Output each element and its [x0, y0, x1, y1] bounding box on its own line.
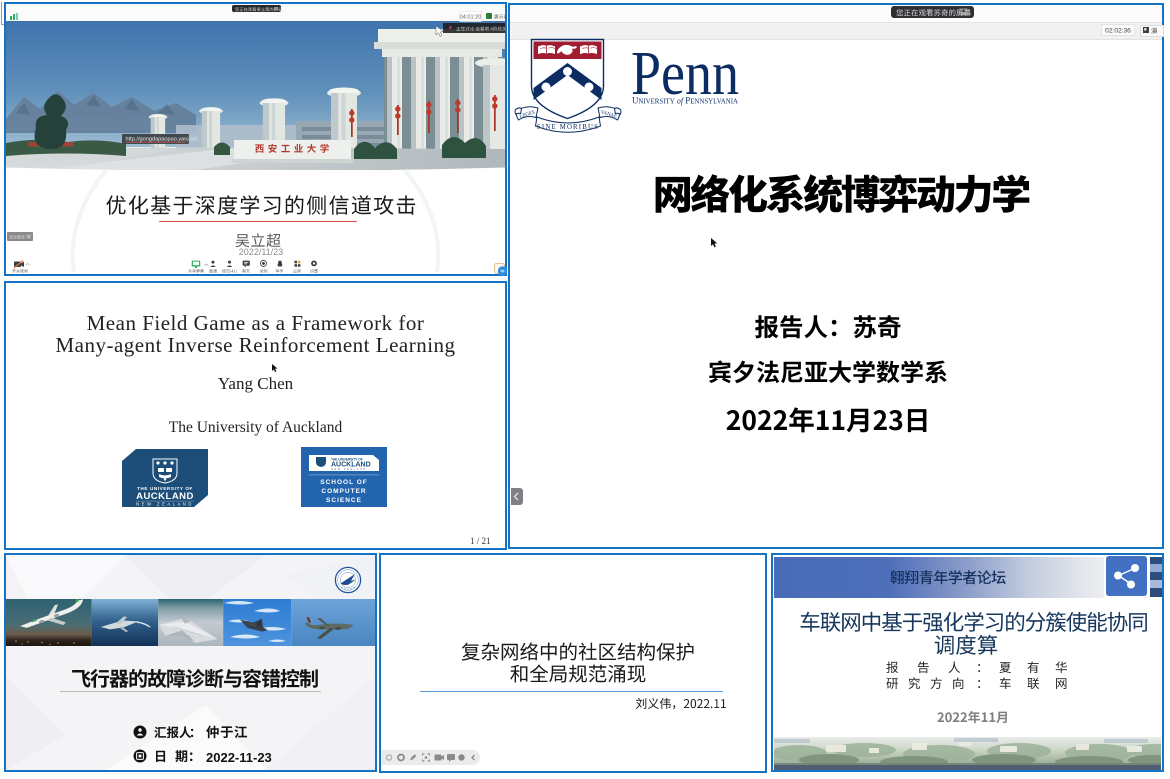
svg-text:04:01:20: 04:01:20 — [460, 15, 482, 21]
svg-text:NEW ZEALAND: NEW ZEALAND — [136, 502, 194, 507]
svg-text:AUCKLAND: AUCKLAND — [136, 491, 194, 502]
svg-text:02:02:36: 02:02:36 — [1105, 27, 1131, 34]
svg-text:http.//gongdapaopao.yanj.cn/: http.//gongdapaopao.yanj.cn/ — [126, 137, 199, 143]
svg-text:NEW ZEALAND: NEW ZEALAND — [331, 467, 367, 471]
svg-text:SCIENCE: SCIENCE — [326, 497, 362, 504]
svg-text:SINE MORIBUS: SINE MORIBUS — [537, 124, 599, 131]
svg-text:COMPUTER: COMPUTER — [321, 488, 366, 495]
svg-text:SCHOOL OF: SCHOOL OF — [320, 479, 368, 486]
